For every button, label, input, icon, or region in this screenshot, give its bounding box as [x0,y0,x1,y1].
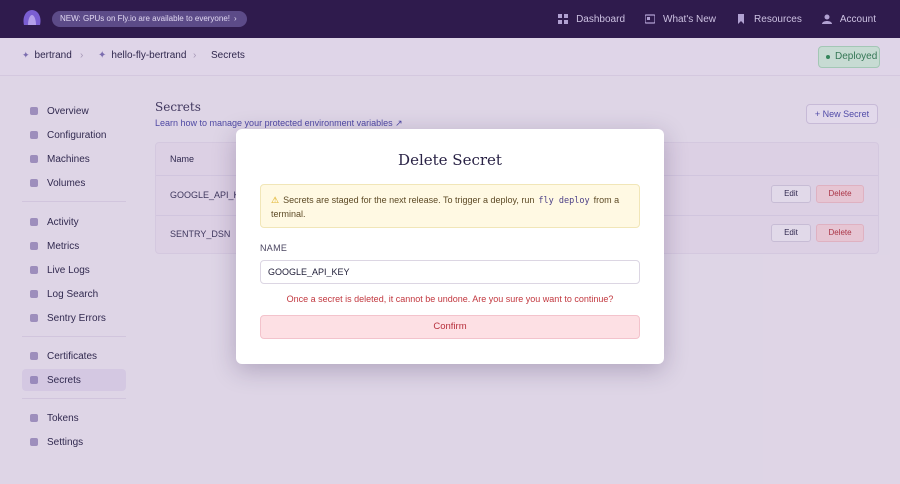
name-field-label: NAME [260,243,288,253]
warning-icon: ⚠ [271,195,280,205]
name-field[interactable] [260,260,640,284]
confirm-button[interactable]: Confirm [260,315,640,339]
warning-callout: ⚠ Secrets are staged for the next release… [260,184,640,228]
warning-text: Secrets are staged for the next release.… [283,195,535,205]
warning-code: fly deploy [538,196,590,206]
delete-secret-modal: Delete Secret ⚠ Secrets are staged for th… [236,129,664,364]
confirm-warning-text: Once a secret is deleted, it cannot be u… [286,294,614,304]
modal-title: Delete Secret [398,151,502,169]
